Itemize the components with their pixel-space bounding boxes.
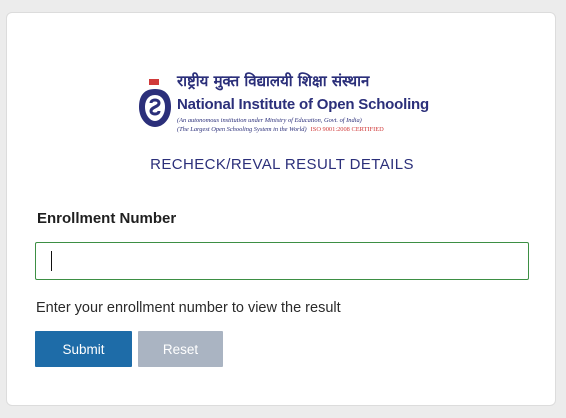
enrollment-label: Enrollment Number [37, 210, 177, 227]
submit-button[interactable]: Submit [35, 331, 132, 367]
logo-english-name: National Institute of Open Schooling [177, 96, 429, 113]
reset-button[interactable]: Reset [138, 331, 223, 367]
page-title: RECHECK/REVAL RESULT DETAILS [150, 156, 414, 173]
logo-iso: ISO 9001:2008 CERTIFIED [310, 126, 384, 133]
result-card: राष्ट्रीय मुक्त विद्यालयी शिक्षा संस्थान… [6, 12, 556, 406]
enrollment-number-input[interactable] [35, 242, 529, 280]
logo-english-part2: Open Schooling [316, 96, 429, 113]
logo-subtitle-2-text: (The Largest Open Schooling System in th… [177, 126, 307, 133]
text-caret [51, 251, 52, 271]
logo-hindi-name: राष्ट्रीय मुक्त विद्यालयी शिक्षा संस्थान [177, 72, 370, 90]
nios-emblem-icon [139, 79, 171, 127]
enrollment-help-text: Enter your enrollment number to view the… [36, 300, 341, 316]
logo-english-part1: National Institute of [177, 96, 317, 113]
logo-subtitle-2: (The Largest Open Schooling System in th… [177, 126, 384, 133]
logo-subtitle-1: (An autonomous institution under Ministr… [177, 117, 362, 124]
nios-logo: राष्ट्रीय मुक्त विद्यालयी शिक्षा संस्थान… [137, 69, 437, 147]
